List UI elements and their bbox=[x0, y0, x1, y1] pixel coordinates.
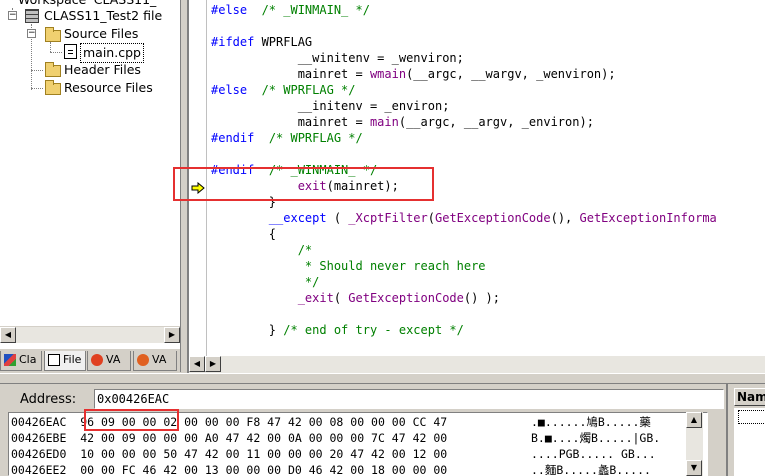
watch-pane: Nam bbox=[726, 384, 765, 476]
workspace-tabs: Cla File VA VA bbox=[0, 348, 180, 372]
memory-hex: 42 00 09 00 00 00 A0 47 42 00 0A 00 00 0… bbox=[80, 431, 448, 445]
tree-line bbox=[31, 88, 43, 89]
code-line: #ifdef WPRFLAG bbox=[211, 35, 313, 49]
watch-selection bbox=[738, 410, 765, 424]
code-line: _exit( GetExceptionCode() ); bbox=[297, 291, 500, 305]
collapse-icon[interactable]: − bbox=[8, 11, 17, 20]
scroll-left-icon[interactable]: ◀ bbox=[0, 327, 16, 343]
tree-line bbox=[31, 70, 43, 71]
code-line: #endif /* WPRFLAG */ bbox=[211, 131, 363, 145]
tab-label: VA bbox=[152, 353, 167, 366]
folder-icon bbox=[45, 62, 61, 77]
memory-ascii: .■......鳩B.....藥 bbox=[531, 415, 651, 429]
memory-hex: 00 00 FC 46 42 00 13 00 00 00 D0 46 42 0… bbox=[80, 463, 448, 476]
memory-vscrollbar[interactable]: ▲ ▼ bbox=[686, 412, 703, 476]
highlight-box-memory-bytes bbox=[84, 409, 179, 431]
memory-hex: 10 00 00 00 50 47 42 00 11 00 00 00 20 4… bbox=[80, 447, 448, 461]
code-line: #else /* _WINMAIN_ */ bbox=[211, 3, 370, 17]
scroll-right-icon[interactable]: ▶ bbox=[205, 356, 221, 372]
tab-label: File bbox=[63, 353, 82, 366]
memory-address: 00426EAC bbox=[11, 415, 67, 429]
memory-row: 00426EAC 96 09 00 00 02 00 00 00 F8 47 4… bbox=[11, 414, 447, 430]
code-line: #else /* WPRFLAG */ bbox=[211, 83, 356, 97]
highlight-box-exit-line bbox=[173, 167, 434, 201]
classview-icon bbox=[4, 354, 16, 366]
pane-splitter[interactable] bbox=[0, 373, 765, 384]
workspace-hscrollbar[interactable]: ◀ ▶ bbox=[0, 326, 180, 343]
tomato-icon bbox=[137, 354, 149, 366]
fileview-icon bbox=[48, 354, 60, 366]
address-input[interactable]: 0x00426EAC bbox=[94, 389, 724, 409]
memory-address: 00426EBE bbox=[11, 431, 67, 445]
resource-files-label: Resource Files bbox=[64, 80, 153, 95]
folder-open-icon bbox=[45, 27, 61, 42]
scroll-right-icon[interactable]: ▶ bbox=[164, 327, 180, 343]
memory-address: 00426EE2 bbox=[11, 463, 67, 476]
code-line: } /* end of try - except */ bbox=[211, 323, 464, 337]
tab-va-2[interactable]: VA bbox=[133, 351, 177, 371]
collapse-icon[interactable]: − bbox=[27, 29, 36, 38]
scroll-up-icon[interactable]: ▲ bbox=[686, 412, 702, 428]
cpp-file-icon bbox=[64, 44, 77, 59]
address-label: Address: bbox=[20, 392, 77, 407]
name-column-header[interactable]: Nam bbox=[734, 388, 765, 406]
tree-line bbox=[50, 52, 62, 53]
code-line: mainret = wmain(__argc, __wargv, _wenvir… bbox=[211, 67, 616, 81]
tab-label: Cla bbox=[19, 353, 37, 366]
folder-icon bbox=[45, 80, 61, 95]
memory-ascii: ..麵B.....蠡B..... bbox=[531, 463, 651, 476]
memory-ascii: ....PGB..... GB... bbox=[531, 447, 656, 461]
code-line: * Should never reach here bbox=[211, 259, 486, 273]
tab-fileview[interactable]: File bbox=[44, 351, 86, 371]
workspace-panel: Workspace 'CLASS11_ − CLASS11_Test2 file… bbox=[0, 0, 181, 372]
code-line: __except ( _XcptFilter(GetExceptionCode(… bbox=[268, 211, 717, 225]
memory-address: 00426ED0 bbox=[11, 447, 67, 461]
code-line: __winitenv = _wenviron; bbox=[211, 51, 464, 65]
memory-ascii: B.■....燭B.....|GB. bbox=[531, 431, 661, 445]
memory-row: 00426EE2 00 00 FC 46 42 00 13 00 00 00 D… bbox=[11, 462, 448, 476]
source-files-label: Source Files bbox=[64, 26, 139, 41]
scroll-down-icon[interactable]: ▼ bbox=[686, 460, 702, 476]
code-line: */ bbox=[211, 275, 320, 289]
main-cpp-label: main.cpp bbox=[80, 43, 144, 63]
tab-label: VA bbox=[106, 353, 121, 366]
header-files-label: Header Files bbox=[64, 62, 141, 77]
tab-va-1[interactable]: VA bbox=[87, 351, 131, 371]
editor-hscrollbar[interactable]: ◀ ▶ bbox=[187, 356, 765, 373]
scroll-left-icon[interactable]: ◀ bbox=[189, 356, 205, 372]
code-line: { bbox=[211, 227, 277, 241]
project-label: CLASS11_Test2 file bbox=[44, 8, 163, 23]
code-line: mainret = main(__argc, __argv, _environ)… bbox=[211, 115, 594, 129]
tomato-icon bbox=[91, 354, 103, 366]
code-line: __initenv = _environ; bbox=[211, 99, 450, 113]
project-icon bbox=[25, 9, 39, 23]
tree-line bbox=[50, 42, 51, 52]
code-line: /* bbox=[297, 243, 313, 257]
tab-classview[interactable]: Cla bbox=[0, 351, 42, 371]
memory-row: 00426ED0 10 00 00 00 50 47 42 00 11 00 0… bbox=[11, 446, 447, 462]
memory-row: 00426EBE 42 00 09 00 00 00 A0 47 42 00 0… bbox=[11, 430, 447, 446]
